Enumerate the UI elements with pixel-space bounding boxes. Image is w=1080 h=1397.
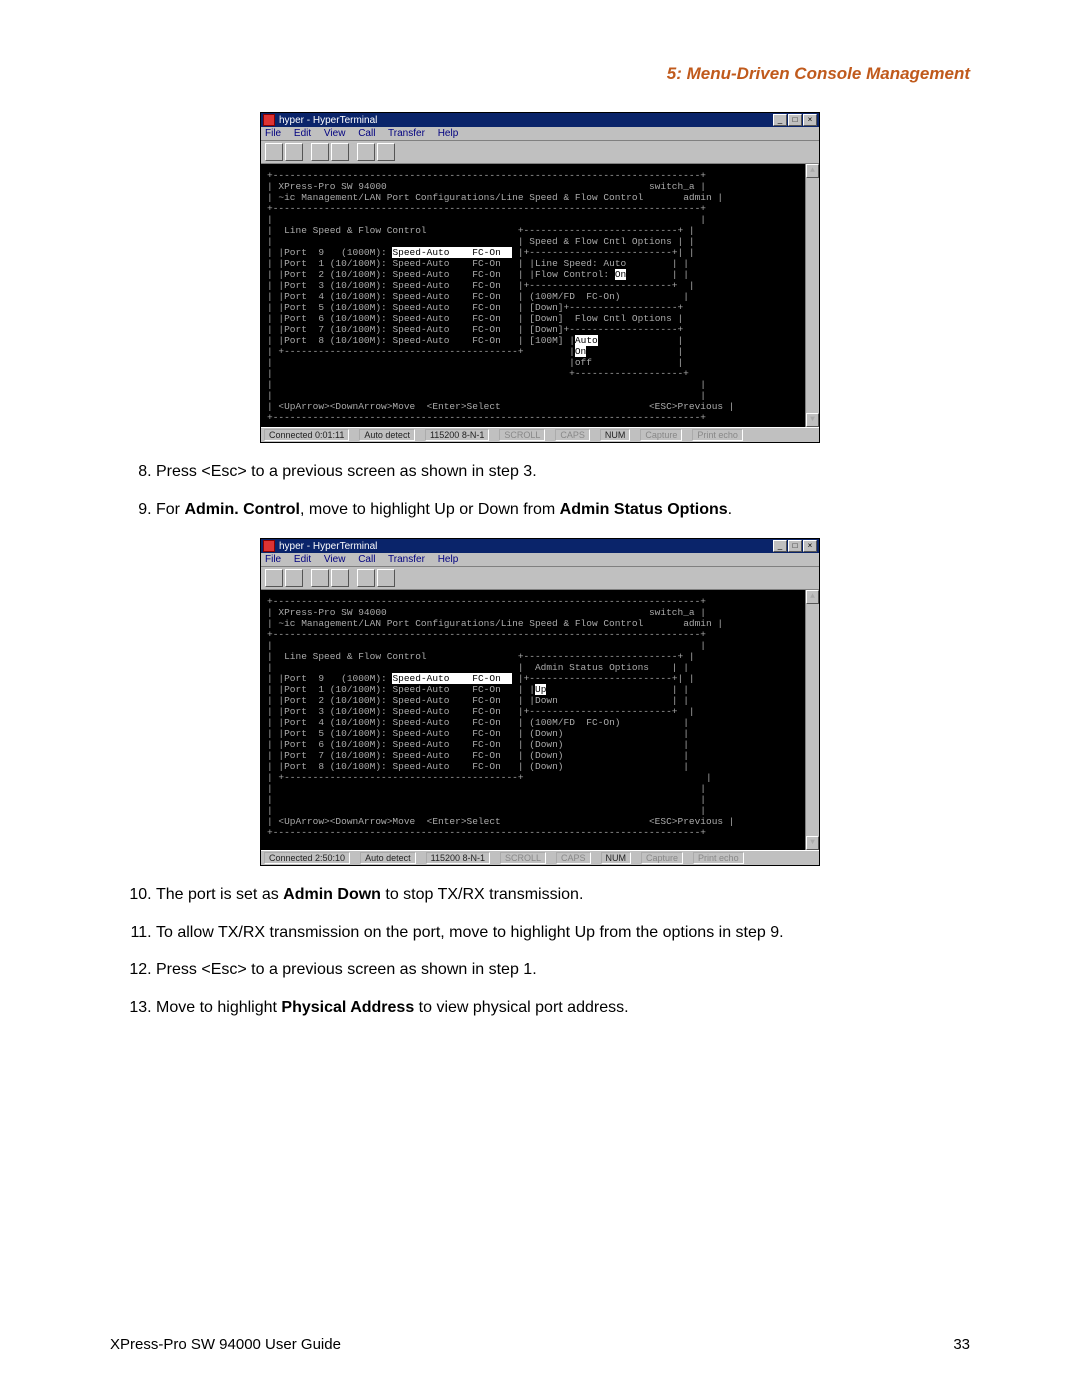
status-num: NUM [601,852,632,864]
close-button[interactable]: × [803,114,817,126]
toolbar-connect-icon[interactable] [311,569,329,587]
status-capture: Capture [641,852,683,864]
status-connected: Connected 2:50:10 [264,852,350,864]
menu-transfer[interactable]: Transfer [388,554,425,565]
toolbar-open-icon[interactable] [285,569,303,587]
status-printecho: Print echo [692,429,743,441]
statusbar: Connected 0:01:11 Auto detect 115200 8-N… [261,427,819,442]
instruction-list-1: Press <Esc> to a previous screen as show… [156,461,970,520]
toolbar-send-icon[interactable] [357,569,375,587]
menu-file[interactable]: File [265,554,281,565]
maximize-button[interactable]: □ [788,114,802,126]
toolbar-disconnect-icon[interactable] [331,569,349,587]
menu-help[interactable]: Help [438,554,459,565]
menu-view[interactable]: View [324,554,346,565]
page-footer: XPress-Pro SW 94000 User Guide 33 [110,1336,970,1353]
maximize-button[interactable]: □ [788,540,802,552]
toolbar-send-icon[interactable] [357,143,375,161]
terminal-output: +---------------------------------------… [261,164,819,427]
status-baud: 115200 8-N-1 [425,429,489,441]
step-11: To allow TX/RX transmission on the port,… [156,922,970,944]
status-caps: CAPS [555,429,590,441]
toolbar-open-icon[interactable] [285,143,303,161]
minimize-button[interactable]: _ [773,114,787,126]
toolbar [261,141,819,164]
menu-help[interactable]: Help [438,128,459,139]
step-9: For Admin. Control, move to highlight Up… [156,499,970,521]
chapter-header: 5: Menu-Driven Console Management [110,64,970,84]
terminal-output: +---------------------------------------… [261,590,819,850]
menu-call[interactable]: Call [358,128,375,139]
page-number: 33 [953,1336,970,1353]
status-baud: 115200 8-N-1 [426,852,490,864]
fc-option-auto[interactable]: Auto [575,335,598,346]
status-printecho: Print echo [693,852,744,864]
step-8: Press <Esc> to a previous screen as show… [156,461,970,483]
menu-file[interactable]: File [265,128,281,139]
menubar[interactable]: File Edit View Call Transfer Help [261,127,819,141]
toolbar-properties-icon[interactable] [377,569,395,587]
menu-transfer[interactable]: Transfer [388,128,425,139]
toolbar-new-icon[interactable] [265,143,283,161]
titlebar: hyper - HyperTerminal _ □ × [261,113,819,127]
hyperterminal-window-2: hyper - HyperTerminal _ □ × File Edit Vi… [260,538,820,866]
window-title: hyper - HyperTerminal [279,115,773,126]
toolbar-connect-icon[interactable] [311,143,329,161]
statusbar: Connected 2:50:10 Auto detect 115200 8-N… [261,850,819,865]
step-10: The port is set as Admin Down to stop TX… [156,884,970,906]
status-autodetect: Auto detect [360,852,416,864]
status-autodetect: Auto detect [359,429,415,441]
fc-option-on[interactable]: On [575,346,586,357]
status-caps: CAPS [556,852,591,864]
hyperterminal-window-1: hyper - HyperTerminal _ □ × File Edit Vi… [260,112,820,443]
scroll-up-icon[interactable]: ▲ [806,590,819,604]
status-connected: Connected 0:01:11 [264,429,349,441]
app-icon [263,114,275,126]
status-scroll: SCROLL [500,852,546,864]
admin-option-up[interactable]: Up [535,684,546,695]
fc-option-off[interactable]: off [575,357,592,368]
minimize-button[interactable]: _ [773,540,787,552]
flow-control-value: On [615,269,626,280]
scroll-down-icon[interactable]: ▼ [806,836,819,850]
menu-edit[interactable]: Edit [294,128,311,139]
menu-view[interactable]: View [324,128,346,139]
titlebar: hyper - HyperTerminal _ □ × [261,539,819,553]
scroll-down-icon[interactable]: ▼ [806,413,819,427]
toolbar-new-icon[interactable] [265,569,283,587]
admin-option-down[interactable]: Down [535,695,558,706]
close-button[interactable]: × [803,540,817,552]
status-scroll: SCROLL [499,429,545,441]
app-icon [263,540,275,552]
menu-edit[interactable]: Edit [294,554,311,565]
selected-port-speed: Speed-Auto FC-On [392,673,512,684]
menubar[interactable]: File Edit View Call Transfer Help [261,553,819,567]
status-capture: Capture [640,429,682,441]
toolbar-properties-icon[interactable] [377,143,395,161]
instruction-list-2: The port is set as Admin Down to stop TX… [156,884,970,1018]
toolbar-disconnect-icon[interactable] [331,143,349,161]
scroll-up-icon[interactable]: ▲ [806,164,819,178]
scrollbar[interactable]: ▲▼ [805,164,819,427]
selected-port-speed: Speed-Auto FC-On [392,247,512,258]
menu-call[interactable]: Call [358,554,375,565]
step-12: Press <Esc> to a previous screen as show… [156,959,970,981]
window-title: hyper - HyperTerminal [279,541,773,552]
step-13: Move to highlight Physical Address to vi… [156,997,970,1019]
status-num: NUM [600,429,631,441]
footer-title: XPress-Pro SW 94000 User Guide [110,1336,341,1353]
scrollbar[interactable]: ▲▼ [805,590,819,850]
toolbar [261,567,819,590]
